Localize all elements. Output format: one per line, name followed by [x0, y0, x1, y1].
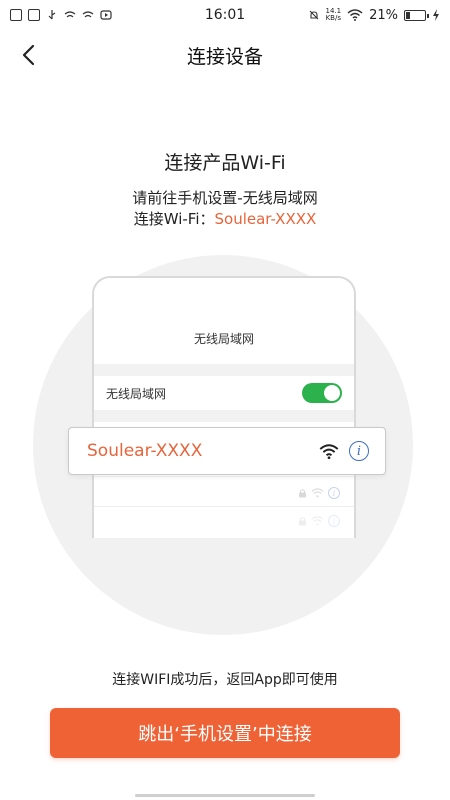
wifi-icon [347, 9, 363, 21]
open-settings-button[interactable]: 跳出‘手机设置’中连接 [50, 708, 400, 758]
wifi-icon [319, 443, 339, 459]
nfc-icon [28, 9, 40, 21]
intro-connect-prefix: 连接Wi-Fi： [133, 210, 215, 228]
status-bar: 16:01 14.1 KB/s 21% [0, 0, 450, 30]
bottom-hint: 连接WIFI成功后，返回App即可使用 [112, 672, 338, 688]
phone-illustration: 无线局域网 无线局域网 i i [92, 276, 356, 538]
intro-instruction: 请前往手机设置-无线局域网 [132, 189, 318, 207]
toggle-knob [324, 385, 340, 401]
charging-icon [433, 9, 439, 21]
phone-wifi-label: 无线局域网 [106, 386, 167, 401]
status-right-icons: 14.1 KB/s 21% [308, 8, 441, 23]
intro-ssid: Soulear-XXXX [214, 210, 317, 228]
battery-level-fill [406, 11, 410, 19]
wifi-icon [311, 488, 324, 498]
video-icon [100, 10, 112, 20]
back-button[interactable] [12, 38, 46, 72]
net-speed-unit: KB/s [325, 14, 341, 22]
highlighted-network-card: Soulear-XXXX i [68, 427, 386, 475]
app-header: 连接设备 [0, 30, 450, 80]
info-icon: i [328, 515, 340, 527]
network-icons: i [319, 441, 369, 461]
intro-title: 连接产品Wi-Fi [164, 152, 286, 174]
phone-status-bar [94, 278, 354, 312]
network-name: Soulear-XXXX [87, 441, 203, 461]
usb-icon [48, 10, 56, 20]
telecom-icon [64, 11, 76, 18]
intro-connect-line: 连接Wi-Fi：Soulear-XXXX [0, 208, 450, 229]
telecom-icon [82, 11, 94, 18]
status-left-icons [10, 9, 112, 21]
sim-icon [10, 9, 22, 21]
phone-settings-title: 无线局域网 [193, 332, 254, 346]
lock-icon [299, 489, 306, 498]
phone-wifi-row: 无线局域网 [94, 376, 354, 410]
net-speed: 14.1 KB/s [326, 8, 342, 22]
chevron-left-icon [22, 44, 35, 66]
lock-icon [299, 517, 306, 526]
network-list-item: i [94, 508, 354, 534]
phone-section-divider [94, 364, 354, 376]
status-time: 16:01 [204, 7, 246, 23]
wifi-icon [311, 516, 324, 526]
list-divider [94, 476, 354, 477]
home-indicator[interactable] [135, 794, 315, 797]
mute-icon [309, 10, 318, 20]
network-list-item: i [94, 480, 354, 506]
wifi-toggle [302, 383, 342, 403]
phone-section-divider [94, 410, 354, 422]
battery-icon [404, 9, 429, 21]
page-title: 连接设备 [186, 45, 263, 68]
list-divider [94, 506, 354, 507]
info-icon: i [349, 441, 369, 461]
battery-percent: 21% [369, 7, 398, 23]
info-icon: i [328, 487, 340, 499]
